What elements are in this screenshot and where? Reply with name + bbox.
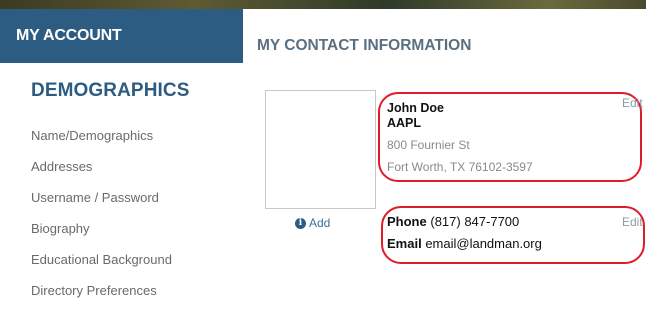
- page-title: MY CONTACT INFORMATION: [257, 37, 472, 54]
- add-photo-label: Add: [309, 216, 331, 230]
- email-label: Email: [387, 236, 422, 251]
- edit-contact-link[interactable]: Edit: [622, 215, 643, 229]
- email-line: Email email@landman.org: [387, 236, 542, 251]
- add-photo-link[interactable]: i Add: [295, 216, 330, 230]
- contact-name: John Doe: [387, 101, 444, 115]
- sidebar-item-biography[interactable]: Biography: [31, 220, 172, 251]
- my-account-header: MY ACCOUNT: [0, 9, 243, 63]
- address-street: 800 Fournier St: [387, 138, 470, 152]
- info-icon: i: [295, 217, 306, 229]
- my-account-title: MY ACCOUNT: [16, 27, 122, 44]
- phone-value: (817) 847-7700: [430, 214, 520, 229]
- contact-designation: AAPL: [387, 116, 422, 130]
- sidebar-item-username-password[interactable]: Username / Password: [31, 189, 172, 220]
- phone-label: Phone: [387, 214, 427, 229]
- phone-line: Phone (817) 847-7700: [387, 214, 519, 229]
- email-value: email@landman.org: [425, 236, 542, 251]
- top-banner-image: [0, 0, 646, 9]
- sidebar-item-educational-background[interactable]: Educational Background: [31, 251, 172, 282]
- demographics-title: DEMOGRAPHICS: [31, 80, 190, 101]
- edit-address-link[interactable]: Edit: [622, 96, 643, 110]
- profile-photo-placeholder: [265, 90, 376, 209]
- address-city-state-zip: Fort Worth, TX 76102-3597: [387, 160, 533, 174]
- sidebar-item-directory-preferences[interactable]: Directory Preferences: [31, 282, 172, 313]
- sidebar-item-addresses[interactable]: Addresses: [31, 158, 172, 189]
- sidebar-item-name-demographics[interactable]: Name/Demographics: [31, 127, 172, 158]
- sidebar-nav: Name/Demographics Addresses Username / P…: [31, 127, 172, 313]
